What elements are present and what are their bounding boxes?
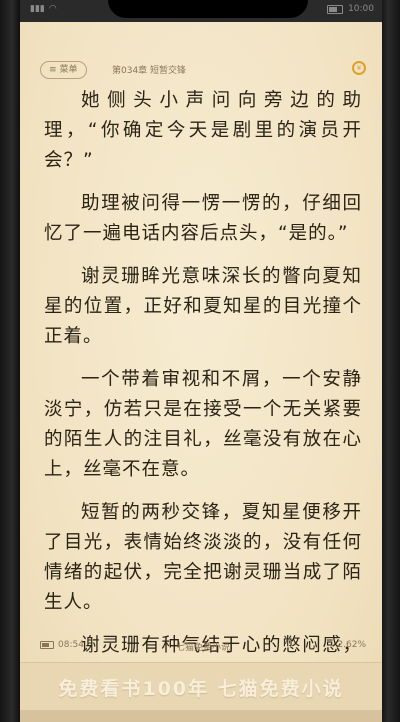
- menu-icon: ≡: [49, 65, 57, 75]
- camera-notch: [108, 0, 308, 18]
- paragraph: 她侧头小声问向旁边的助理，“你确定今天是剧里的演员开会？”: [44, 90, 362, 171]
- footer-app-name: 七猫免费小说: [175, 643, 230, 653]
- paragraph: 谢灵珊眸光意味深长的瞥向夏知星的位置，正好和夏知星的目光撞个正着。: [44, 266, 362, 347]
- reader-header: ≡ 菜单 第034章 短暂交锋 ¥: [40, 61, 366, 81]
- status-time: 10:00: [348, 4, 374, 14]
- reading-progress: 2.62%: [337, 640, 366, 650]
- chapter-content[interactable]: 她侧头小声问向旁边的助理，“你确定今天是剧里的演员开会？” 助理被问得一愣一愣的…: [44, 86, 362, 704]
- phone-frame-right: [380, 0, 400, 722]
- menu-label: 菜单: [59, 65, 78, 75]
- paragraph: 一个带着审视和不屑，一个安静淡宁，仿若只是在接受一个无关紧要的陌生人的注目礼，丝…: [44, 369, 362, 480]
- status-bar: ▮▮▮ ◠ 10:00: [20, 0, 382, 22]
- menu-button[interactable]: ≡ 菜单: [40, 61, 87, 79]
- battery-icon: [327, 4, 344, 14]
- bottom-edge: [20, 710, 382, 722]
- wifi-icon: ◠: [48, 4, 57, 14]
- chapter-title: 第034章 短暂交锋: [112, 66, 187, 76]
- paragraph: 助理被问得一愣一愣的，仔细回忆了一遍电话内容后点头，“是的。”: [44, 193, 362, 244]
- status-left: ▮▮▮ ◠: [30, 4, 57, 14]
- paragraph: 短暂的两秒交锋，夏知星便移开了目光，表情始终淡淡的，没有任何情绪的起伏，完全把谢…: [44, 502, 362, 613]
- reader-screen[interactable]: ▮▮▮ ◠ 10:00 ≡ 菜单 第034章 短暂交锋 ¥ 她侧头小声问向旁边的…: [20, 0, 382, 722]
- phone-frame-left: [0, 0, 20, 722]
- signal-icon: ▮▮▮: [30, 4, 45, 14]
- coin-icon[interactable]: ¥: [352, 61, 366, 75]
- promo-banner[interactable]: 免费看书100年 七猫免费小说: [20, 662, 382, 711]
- promo-banner-text: 免费看书100年 七猫免费小说: [58, 677, 344, 700]
- status-right: 10:00: [327, 4, 374, 14]
- reader-footer: 08:54 七猫免费小说 2.62%: [40, 640, 366, 653]
